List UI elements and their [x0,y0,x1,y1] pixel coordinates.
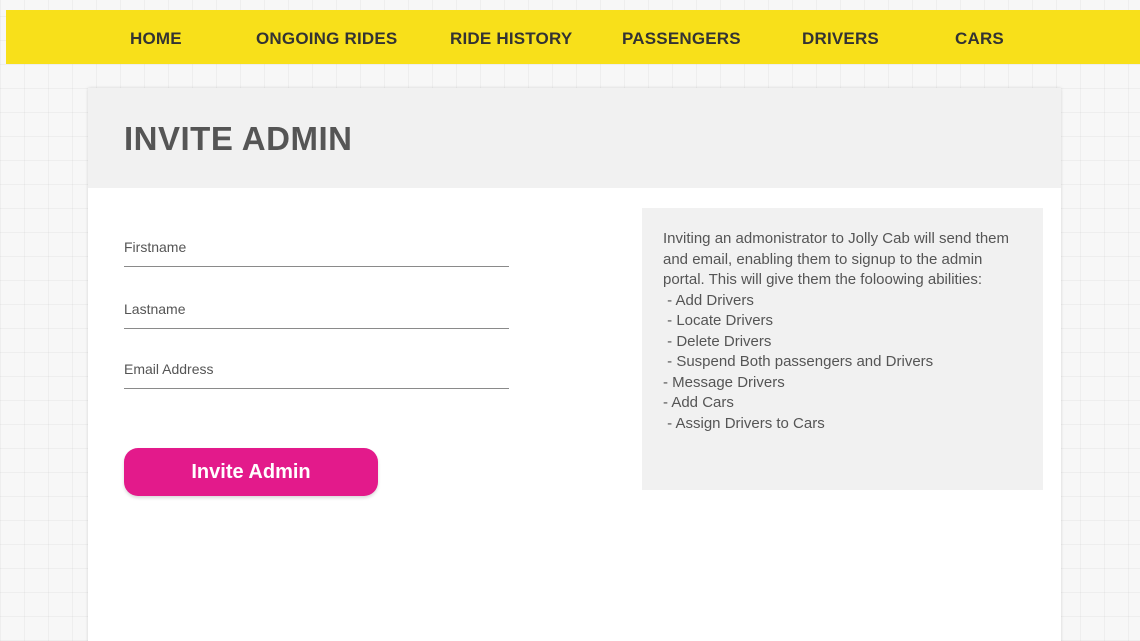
firstname-input[interactable] [124,227,509,267]
ability-item: - Message Drivers [663,373,785,391]
top-navigation-bar: HOME ONGOING RIDES RIDE HISTORY PASSENGE… [6,10,1140,64]
ability-item: - Add Drivers [663,291,754,309]
nav-item-ride-history[interactable]: RIDE HISTORY [450,29,572,49]
ability-item: - Delete Drivers [663,332,772,350]
card-header: INVITE ADMIN [88,88,1061,188]
page-title: INVITE ADMIN [124,120,353,157]
ability-item: - Locate Drivers [663,312,774,329]
info-panel: Inviting an admonistrator to Jolly Cab w… [642,208,1043,490]
info-intro: Inviting an admonistrator to Jolly Cab w… [663,230,1014,288]
nav-item-home[interactable]: HOME [130,29,182,49]
ability-item: - Add Cars [663,394,734,411]
invite-admin-card: INVITE ADMIN Invite Admin Inviting an ad… [88,88,1061,641]
nav-item-drivers[interactable]: DRIVERS [802,29,879,49]
nav-item-ongoing-rides[interactable]: ONGOING RIDES [256,29,397,49]
lastname-input[interactable] [124,289,509,329]
ability-item: - Suspend Both passengers and Drivers [663,353,934,370]
firstname-field [124,227,509,267]
nav-item-cars[interactable]: CARS [955,29,1004,49]
invite-admin-button[interactable]: Invite Admin [124,448,378,496]
info-text: Inviting an admonistrator to Jolly Cab w… [663,229,1023,434]
email-input[interactable] [124,349,509,389]
lastname-field [124,289,509,329]
nav-item-passengers[interactable]: PASSENGERS [622,29,741,49]
ability-item: - Assign Drivers to Cars [663,414,825,432]
email-field [124,349,509,389]
